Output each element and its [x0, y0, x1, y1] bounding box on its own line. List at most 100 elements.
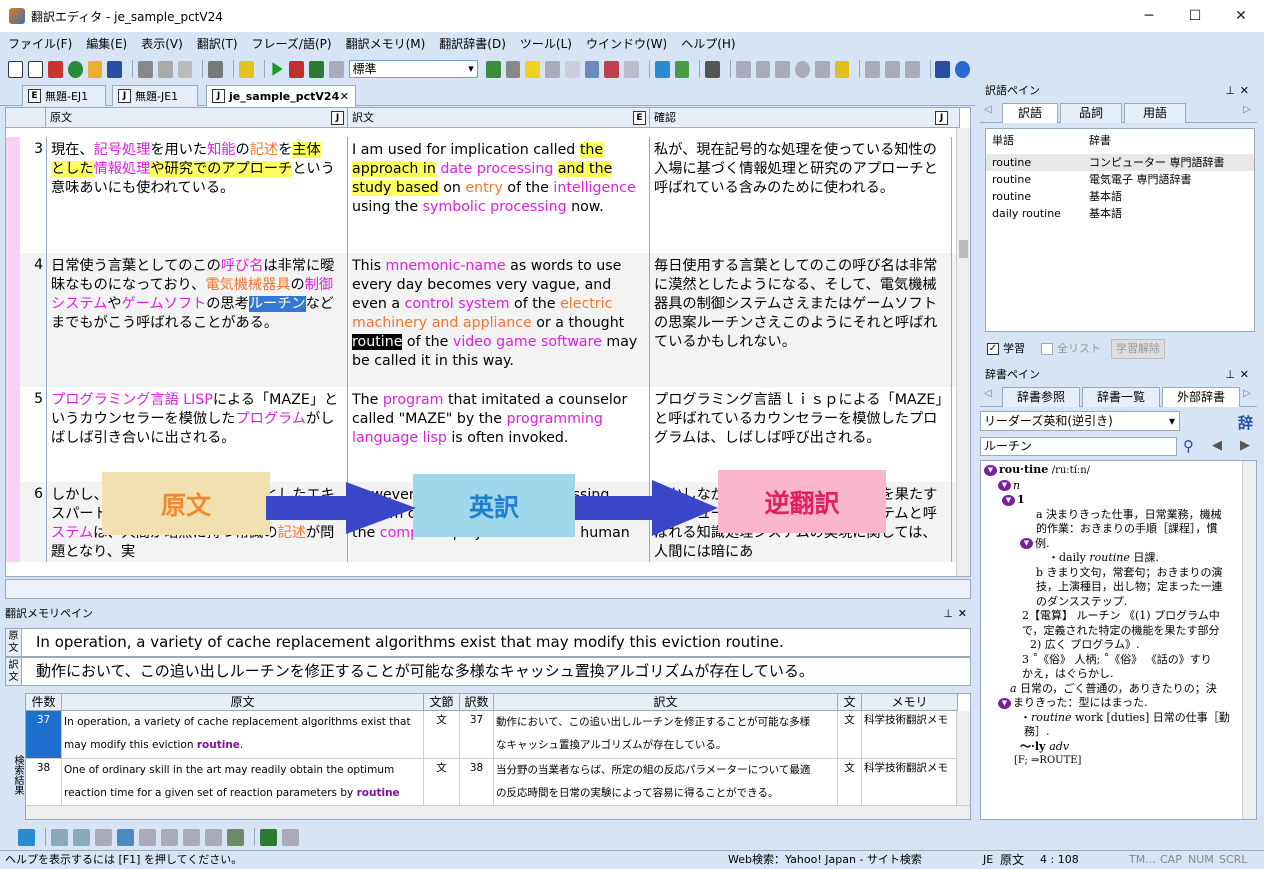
tab-close-icon[interactable]: ✕	[340, 90, 349, 103]
translation-mode-select[interactable]: 標準	[348, 60, 478, 78]
source-cell[interactable]: 日常使う言葉としてのこの呼び名は非常に曖昧なものになっており、電気機械器具の制御…	[46, 253, 348, 387]
tm-tool-icon-9[interactable]	[227, 828, 244, 846]
tab-external-dict[interactable]: 外部辞書	[1162, 387, 1240, 407]
tab-yakugo[interactable]: 訳語	[1002, 103, 1058, 123]
pause-icon[interactable]	[328, 60, 344, 78]
col-translation[interactable]: 訳文	[494, 694, 838, 711]
learn-checkbox[interactable]: ✓	[987, 343, 999, 355]
menu-tm[interactable]: 翻訳メモリ(M)	[346, 35, 426, 52]
translation-cell[interactable]: The program that imitated a counselor ca…	[348, 387, 650, 482]
yaku-row[interactable]: routine コンピューター 専門語辞書	[986, 154, 1254, 171]
tab-je-sample[interactable]: J je_sample_pctV24 ✕	[206, 85, 356, 107]
grid-vertical-scrollbar[interactable]	[956, 128, 970, 576]
pane-close-icon[interactable]: ✕	[1240, 82, 1249, 100]
globe-icon[interactable]	[67, 60, 83, 78]
column-header-source[interactable]: 原文 J	[46, 108, 348, 128]
translation-cell[interactable]: I am used for implication called the app…	[348, 137, 650, 253]
pin-icon[interactable]: ⊥	[1225, 82, 1235, 100]
tm-translation-text[interactable]: 動作において、この追い出しルーチンを修正することが可能な多様なキャッシュ置換アル…	[36, 658, 814, 685]
result-source[interactable]: In operation, a variety of cache replace…	[62, 711, 424, 759]
dict-back-icon[interactable]: ◀	[1212, 438, 1222, 453]
cut-icon[interactable]	[138, 60, 153, 78]
all-list-checkbox[interactable]	[1041, 343, 1053, 355]
tool-icon-11[interactable]	[904, 60, 920, 78]
tool-icon-2[interactable]	[505, 60, 521, 78]
marker-icon[interactable]	[525, 60, 541, 78]
menu-tools[interactable]: ツール(L)	[520, 35, 572, 52]
refresh-icon[interactable]	[775, 60, 791, 78]
tm-source-text[interactable]: In operation, a variety of cache replace…	[36, 629, 784, 656]
col-kind[interactable]: 文	[838, 694, 862, 711]
tab-right-icon[interactable]: ▷	[1243, 104, 1251, 115]
tm-tool-icon-5[interactable]	[139, 828, 156, 846]
tool-icon-3[interactable]	[545, 60, 560, 78]
tm-tool-icon-7[interactable]	[183, 828, 200, 846]
tool-icon-5[interactable]	[584, 60, 600, 78]
menu-edit[interactable]: 編集(E)	[86, 35, 127, 52]
tm-refresh-icon[interactable]	[282, 828, 299, 846]
tool-icon-6[interactable]	[604, 60, 620, 78]
maximize-button[interactable]: ☐	[1172, 0, 1218, 32]
col-source[interactable]: 原文	[62, 694, 424, 711]
check-cell[interactable]: 私が、現在記号的な処理を使っている知性の入場に基づく情報処理と研究のアプローチと…	[650, 137, 952, 253]
search-icon[interactable]: ⚲	[1183, 437, 1194, 455]
tm-tool-icon-1[interactable]	[18, 828, 35, 846]
filter-icon[interactable]	[654, 60, 670, 78]
tool-icon-1[interactable]	[485, 60, 501, 78]
result-count[interactable]: 38	[26, 759, 62, 807]
paste-icon[interactable]	[177, 60, 193, 78]
tm-tool-icon-2[interactable]	[73, 828, 90, 846]
source-cell[interactable]: プログラミング言語 LISPによる「MAZE」というカウンセラーを模倣したプログ…	[46, 387, 348, 482]
dict-search-input[interactable]: ルーチン	[980, 437, 1177, 456]
menu-help[interactable]: ヘルプ(H)	[681, 35, 735, 52]
column-header-translation[interactable]: 訳文 E	[348, 108, 650, 128]
yaku-row[interactable]: routine 基本語	[986, 188, 1254, 205]
pane-close-icon[interactable]: ✕	[1240, 366, 1249, 384]
source-cell[interactable]: 現在、記号処理を用いた知能の記述を主体 とした情報処理や研究でのアプローチという意…	[46, 137, 348, 253]
result-translation[interactable]: 当分野の当業者ならば、所定の組の反応パラメーターについて最適 の反応時間を日常の実…	[494, 759, 838, 807]
status-web-search[interactable]: Web検索：Yahoo! Japan - サイト検索	[728, 851, 922, 869]
results-horizontal-scrollbar[interactable]	[26, 805, 970, 819]
menu-view[interactable]: 表示(V)	[141, 35, 183, 52]
translate-play-icon[interactable]	[272, 62, 283, 76]
tm-tool-icon-4[interactable]	[117, 828, 134, 846]
tm-tool-icon-6[interactable]	[161, 828, 178, 846]
menu-phrase[interactable]: フレーズ/語(P)	[252, 35, 332, 52]
menu-translate[interactable]: 翻訳(T)	[197, 35, 238, 52]
tool-icon-12[interactable]	[935, 60, 951, 78]
tab-yougo[interactable]: 用語	[1124, 103, 1186, 123]
dict-forward-icon[interactable]: ▶	[1240, 438, 1250, 453]
web-search-icon[interactable]	[955, 60, 970, 78]
col-count[interactable]: 件数	[26, 694, 62, 711]
grid-row[interactable]: 4 日常使う言葉としてのこの呼び名は非常に曖昧なものになっており、電気機械器具の…	[6, 253, 960, 387]
tab-untitled-je[interactable]: J 無題-JE1	[112, 85, 198, 106]
menu-dict[interactable]: 翻訳辞書(D)	[439, 35, 506, 52]
new-je-icon[interactable]	[28, 60, 44, 78]
column-header-check[interactable]: 確認 J	[650, 108, 960, 128]
tool-icon-10[interactable]	[885, 60, 900, 78]
grid-row[interactable]: 3 現在、記号処理を用いた知能の記述を主体 とした情報処理や研究でのアプローチとい…	[6, 137, 960, 253]
pin-icon[interactable]: ⊥	[943, 604, 953, 624]
col-memory[interactable]: メモリ	[862, 694, 958, 711]
check-cell[interactable]: プログラミング言語ｌｉｓｐによる「MAZE」と呼ばれているカウンセラーを模倣した…	[650, 387, 952, 482]
dict-scrollbar[interactable]	[1242, 461, 1256, 819]
result-count[interactable]: 37	[26, 711, 62, 759]
tab-untitled-ej[interactable]: E 無題-EJ1	[22, 85, 106, 106]
stop-icon[interactable]	[795, 60, 810, 78]
grid-row[interactable]: 5 プログラミング言語 LISPによる「MAZE」というカウンセラーを模倣したプ…	[6, 387, 960, 482]
results-vertical-scrollbar[interactable]	[956, 711, 970, 805]
tool-icon-8[interactable]	[705, 60, 720, 78]
tool-icon-9[interactable]	[834, 60, 850, 78]
check-cell[interactable]: 毎日使用する言葉としてのこの呼び名は非常に漠然としたようになる、そして、電気機械…	[650, 253, 952, 387]
menu-file[interactable]: ファイル(F)	[8, 35, 72, 52]
print-icon[interactable]	[208, 60, 223, 78]
close-button[interactable]: ✕	[1218, 0, 1264, 32]
pane-close-icon[interactable]: ✕	[958, 604, 967, 624]
tool-icon-4[interactable]	[564, 60, 580, 78]
new-ej-icon[interactable]	[8, 60, 24, 78]
unlearn-button[interactable]: 学習解除	[1111, 339, 1165, 359]
col-segment[interactable]: 文節	[424, 694, 460, 711]
new-doc-icon[interactable]	[48, 60, 63, 78]
play-icon[interactable]	[865, 60, 881, 78]
tab-right-icon[interactable]: ▷	[1243, 388, 1251, 399]
